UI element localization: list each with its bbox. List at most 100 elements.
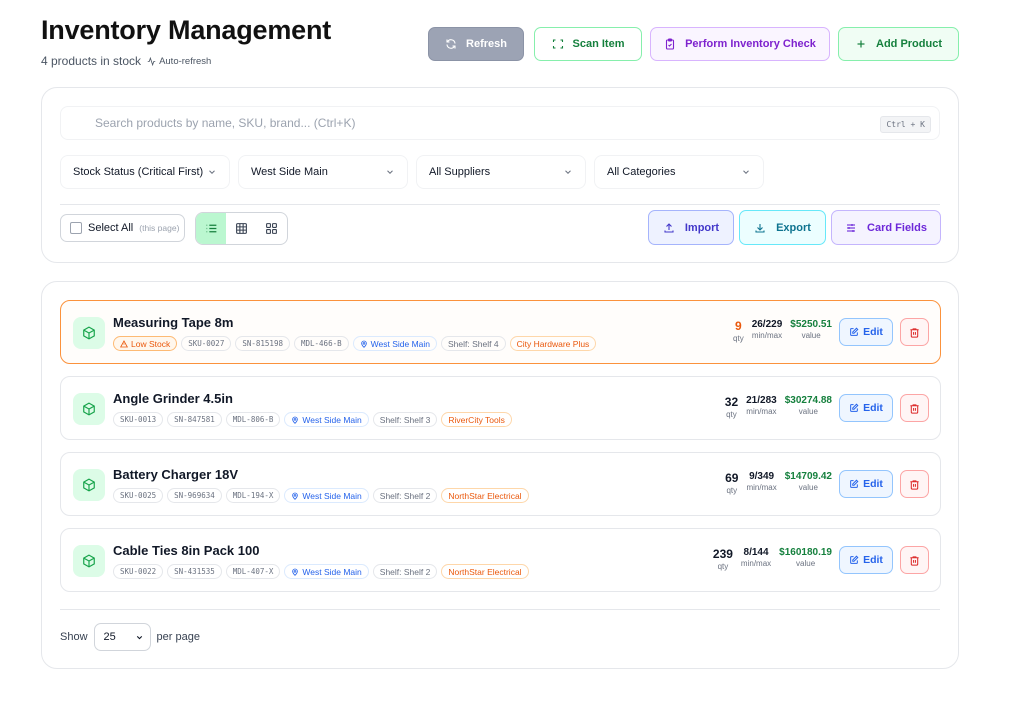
refresh-label: Refresh [466,38,507,50]
refresh-button[interactable]: Refresh [428,27,524,61]
search-shortcut-badge: Ctrl + K [880,116,931,133]
card-fields-button[interactable]: Card Fields [831,210,941,245]
import-button[interactable]: Import [648,210,734,245]
supplier-tag: NorthStar Electrical [441,488,529,503]
qty-label: qty [726,410,737,419]
minmax-stat: 9/349 min/max [746,471,776,492]
supplier-tag: RiverCity Tools [441,412,512,427]
delete-button[interactable] [900,394,929,422]
stock-status-select[interactable]: Stock Status (Critical First) [60,155,230,189]
edit-icon [850,479,859,488]
search-input[interactable]: Search products by name, SKU, brand... (… [60,106,940,140]
qty-label: qty [717,562,729,571]
qty-label: qty [733,334,744,343]
activity-icon [147,56,156,66]
export-label: Export [776,221,811,234]
edit-label: Edit [863,402,883,414]
qty-stat: 69 qty [725,471,738,495]
scan-item-button[interactable]: Scan Item [534,27,642,61]
map-pin-icon [292,416,299,424]
location-label: West Side Main [302,490,362,501]
delete-button[interactable] [900,318,929,346]
select-all-label: Select All [88,222,134,234]
minmax-label: min/max [746,483,777,492]
value-stat: $14709.42 value [785,471,832,492]
sku-tag: SKU-0013 [113,412,164,427]
edit-icon [850,555,859,564]
delete-button[interactable] [900,470,929,498]
shelf-tag: Shelf: Shelf 4 [441,336,506,351]
chevron-down-icon [209,170,215,174]
product-card[interactable]: Measuring Tape 8m Low Stock SKU-0027 SN-… [60,300,941,364]
category-select[interactable]: All Categories [594,155,764,189]
value-label: value [798,483,818,492]
auto-refresh-label: Auto-refresh [159,55,212,67]
value-stat: $30274.88 value [785,395,832,416]
supplier-value: All Suppliers [429,166,491,178]
shelf-tag: Shelf: Shelf 2 [372,488,438,503]
edit-button[interactable]: Edit [839,394,893,422]
show-label: Show [60,631,88,643]
product-card[interactable]: Cable Ties 8in Pack 100 SKU-0022 SN-4315… [60,528,941,592]
table-icon [236,223,247,234]
sku-tag: SKU-0027 [181,336,232,351]
value-label: value [798,407,818,416]
edit-button[interactable]: Edit [839,470,893,498]
package-icon [83,402,95,416]
minmax-stat: 21/283 min/max [746,395,777,416]
checkbox[interactable] [70,222,82,234]
value-stat: $160180.19 value [779,547,832,568]
minmax-value: 9/349 [749,471,775,482]
grid-icon [266,223,278,234]
product-thumbnail [73,469,105,501]
qty-value: 239 [712,547,733,561]
supplier-select[interactable]: All Suppliers [416,155,586,189]
location-tag: West Side Main [284,412,369,427]
qty-value: 69 [725,471,739,485]
select-all-checkbox[interactable]: Select All (this page) [60,214,185,242]
value-amount: $5250.51 [790,319,832,330]
edit-icon [850,403,859,412]
model-tag: MDL-806-B [225,412,281,427]
product-count: 4 products in stock [41,54,142,68]
qty-stat: 32 qty [725,395,738,419]
product-card[interactable]: Battery Charger 18V SKU-0025 SN-969634 M… [60,452,941,516]
list-view-button[interactable] [196,213,227,244]
delete-button[interactable] [900,546,929,574]
category-value: All Categories [607,166,676,178]
minmax-label: min/max [746,407,777,416]
product-tags: SKU-0025 SN-969634 MDL-194-X West Side M… [113,488,529,503]
per-page-label: per page [156,631,200,643]
location-tag: West Side Main [284,564,369,579]
trash-icon [910,555,919,566]
edit-label: Edit [863,554,883,566]
grid-view-button[interactable] [257,213,287,244]
shelf-tag: Shelf: Shelf 3 [372,412,438,427]
trash-icon [910,327,919,338]
inventory-check-button[interactable]: Perform Inventory Check [650,27,830,61]
model-tag: MDL-466-B [293,336,349,351]
view-mode-toggle [195,212,288,245]
add-product-button[interactable]: Add Product [838,27,959,61]
export-button[interactable]: Export [739,210,826,245]
trash-icon [910,403,919,414]
location-label: West Side Main [302,414,362,425]
location-select[interactable]: West Side Main [238,155,408,189]
minmax-label: min/max [740,559,772,568]
per-page-select[interactable]: 25 [93,623,151,651]
chevron-down-icon [136,635,142,639]
map-pin-icon [360,340,367,348]
edit-button[interactable]: Edit [839,318,893,346]
package-icon [83,478,95,492]
list-divider [60,609,940,610]
filter-divider [60,204,940,205]
edit-button[interactable]: Edit [839,546,893,574]
value-amount: $30274.88 [784,395,832,406]
table-view-button[interactable] [226,213,256,244]
product-tags: SKU-0022 SN-431535 MDL-407-X West Side M… [113,564,529,579]
chevron-down-icon [387,170,393,174]
qty-value: 32 [724,395,739,409]
scan-icon [552,39,563,49]
edit-label: Edit [863,326,883,338]
product-card[interactable]: Angle Grinder 4.5in SKU-0013 SN-847581 M… [60,376,941,440]
